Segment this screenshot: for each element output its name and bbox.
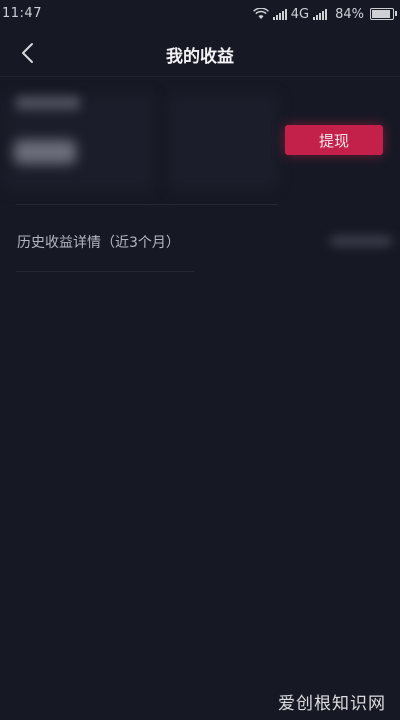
history-earnings-row[interactable]: 历史收益详情（近3个月） bbox=[0, 222, 400, 262]
status-bar: 11:47 4G 84% bbox=[0, 0, 400, 30]
wifi-icon bbox=[252, 8, 269, 19]
blurred-balance-amount bbox=[14, 140, 76, 164]
nav-bar: 我的收益 bbox=[0, 30, 400, 77]
blurred-balance-label bbox=[16, 96, 80, 110]
battery-icon bbox=[370, 8, 397, 20]
status-icons: 4G 84% bbox=[252, 5, 397, 23]
blurred-history-value bbox=[330, 236, 392, 246]
battery-percent: 84% bbox=[335, 6, 364, 22]
page-title: 我的收益 bbox=[166, 47, 234, 67]
divider bbox=[16, 204, 278, 205]
withdraw-button[interactable]: 提现 bbox=[285, 125, 383, 155]
balance-card: 提现 bbox=[0, 78, 400, 204]
screen: 11:47 4G 84% 我的收益 提现 历史收益详情（近3个月） 爱创根知识网 bbox=[0, 0, 400, 720]
status-time: 11:47 bbox=[2, 6, 42, 21]
blurred-panel-middle bbox=[168, 94, 278, 190]
network-type: 4G bbox=[290, 6, 310, 22]
watermark: 爱创根知识网 bbox=[278, 694, 386, 714]
signal-icon-2 bbox=[313, 8, 328, 20]
signal-icon bbox=[272, 8, 287, 20]
battery-fill bbox=[372, 10, 391, 18]
history-earnings-label: 历史收益详情（近3个月） bbox=[17, 235, 180, 251]
divider bbox=[16, 271, 194, 272]
